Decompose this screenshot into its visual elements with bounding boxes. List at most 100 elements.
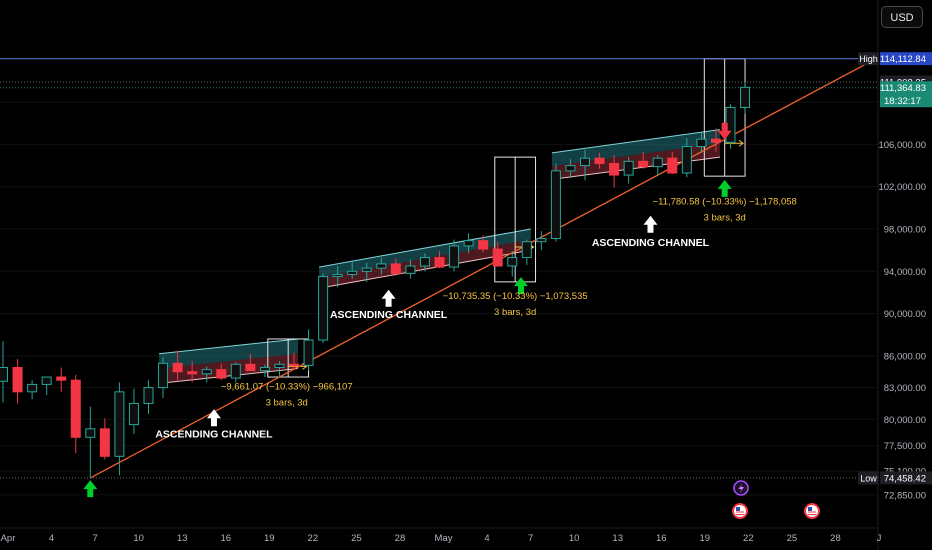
- x-tick-label: 16: [656, 533, 667, 544]
- last-price-value: 111,364.83: [880, 83, 926, 94]
- candle[interactable]: [419, 257, 430, 267]
- measurement-duration: 3 bars, 3d: [266, 398, 308, 409]
- candle[interactable]: [696, 138, 707, 148]
- candle[interactable]: [681, 146, 692, 174]
- candle[interactable]: [274, 363, 285, 369]
- candle[interactable]: [70, 379, 81, 438]
- annotation-arrow: [643, 215, 658, 233]
- y-tick-label: 86,000.00: [884, 351, 926, 362]
- candle[interactable]: [27, 383, 38, 393]
- measurement-duration: 3 bars, 3d: [704, 213, 746, 224]
- y-tick-label: 106,000.00: [878, 140, 926, 151]
- x-tick-label: J: [877, 533, 882, 544]
- price-chart[interactable]: ASCENDING CHANNEL ASCENDING CHANNEL ASCEND…: [0, 0, 932, 550]
- candle[interactable]: [289, 363, 299, 366]
- candle[interactable]: [347, 270, 358, 275]
- candle[interactable]: [740, 86, 751, 108]
- y-tick-label: 90,000.00: [884, 309, 926, 320]
- x-tick-label: 28: [395, 533, 406, 544]
- candle[interactable]: [332, 273, 343, 278]
- candle[interactable]: [507, 257, 518, 267]
- candle[interactable]: [187, 371, 198, 375]
- candle[interactable]: [172, 362, 183, 373]
- us-flag-canton: [736, 507, 740, 511]
- candle[interactable]: [230, 363, 241, 379]
- x-tick-label: 16: [220, 533, 231, 544]
- candle[interactable]: [565, 165, 576, 172]
- candle[interactable]: [376, 263, 387, 269]
- x-tick-label: 28: [830, 533, 841, 544]
- candle[interactable]: [434, 257, 445, 268]
- candle[interactable]: [390, 263, 401, 274]
- annotation-label: ASCENDING CHANNEL: [592, 237, 710, 249]
- candle[interactable]: [536, 238, 547, 243]
- candle[interactable]: [652, 157, 663, 168]
- trendline[interactable]: [89, 58, 877, 479]
- candle[interactable]: [0, 367, 8, 382]
- candle[interactable]: [449, 245, 460, 268]
- x-tick-label: 10: [569, 533, 580, 544]
- x-tick-label: 19: [264, 533, 275, 544]
- buy-signal-arrow[interactable]: [717, 179, 732, 197]
- x-tick-label: 13: [612, 533, 623, 544]
- price-level-value: 74,458.42: [884, 473, 926, 484]
- candle[interactable]: [638, 160, 649, 168]
- measurement-value: −9,661.07 (−10.33%) −966,107: [221, 382, 353, 393]
- candle[interactable]: [580, 157, 590, 167]
- candle[interactable]: [216, 369, 227, 379]
- candle[interactable]: [41, 376, 52, 385]
- y-tick-label: 98,000.00: [884, 225, 926, 236]
- last-price-countdown: 18:32:17: [884, 96, 921, 107]
- candle[interactable]: [56, 376, 67, 381]
- y-tick-label: 94,000.00: [884, 267, 926, 278]
- x-tick-label: 19: [700, 533, 711, 544]
- measurement-value: −11,780.58 (−10.33%) −1,178,058: [653, 197, 797, 208]
- us-flag-canton: [808, 507, 812, 511]
- candle[interactable]: [303, 339, 314, 366]
- candle[interactable]: [623, 160, 634, 176]
- candle[interactable]: [463, 240, 474, 247]
- annotation-arrow: [206, 409, 221, 427]
- candle[interactable]: [550, 170, 561, 240]
- candle[interactable]: [128, 402, 139, 426]
- x-tick-label: 4: [49, 533, 54, 544]
- candle[interactable]: [259, 367, 270, 372]
- x-tick-label: 22: [743, 533, 754, 544]
- candle[interactable]: [405, 265, 416, 274]
- x-tick-label: 7: [92, 533, 97, 544]
- y-tick-label: 102,000.00: [878, 182, 926, 193]
- x-tick-label: 4: [484, 533, 489, 544]
- measurement-duration: 3 bars, 3d: [494, 307, 536, 318]
- y-tick-label: 77,500.00: [884, 441, 926, 452]
- candle[interactable]: [201, 369, 212, 375]
- candle[interactable]: [492, 248, 503, 267]
- x-tick-label: 22: [308, 533, 319, 544]
- currency-button[interactable]: USD: [881, 6, 923, 28]
- candle[interactable]: [667, 157, 678, 174]
- candle[interactable]: [478, 240, 489, 250]
- candle[interactable]: [245, 363, 256, 372]
- x-tick-label: 25: [351, 533, 362, 544]
- x-tick-label: Apr: [1, 533, 16, 544]
- y-tick-label: 80,000.00: [884, 415, 926, 426]
- candle[interactable]: [158, 362, 169, 389]
- x-tick-label: 25: [787, 533, 798, 544]
- candle[interactable]: [318, 276, 329, 341]
- candle[interactable]: [609, 162, 620, 176]
- price-line-tag: High: [859, 54, 878, 64]
- y-tick-label: 83,000.00: [884, 383, 926, 394]
- candle[interactable]: [12, 367, 23, 393]
- candle[interactable]: [361, 267, 372, 272]
- candle[interactable]: [114, 391, 125, 457]
- candle[interactable]: [710, 138, 721, 143]
- candle[interactable]: [143, 387, 154, 404]
- candle[interactable]: [521, 241, 532, 259]
- annotation-arrow: [381, 289, 396, 307]
- y-tick-label: 72,850.00: [884, 490, 926, 501]
- x-tick-label: 13: [177, 533, 188, 544]
- candle[interactable]: [85, 428, 96, 438]
- x-tick-label: 7: [528, 533, 533, 544]
- candle[interactable]: [594, 157, 605, 164]
- price-line-tag: Low: [860, 473, 877, 483]
- candle[interactable]: [99, 428, 110, 457]
